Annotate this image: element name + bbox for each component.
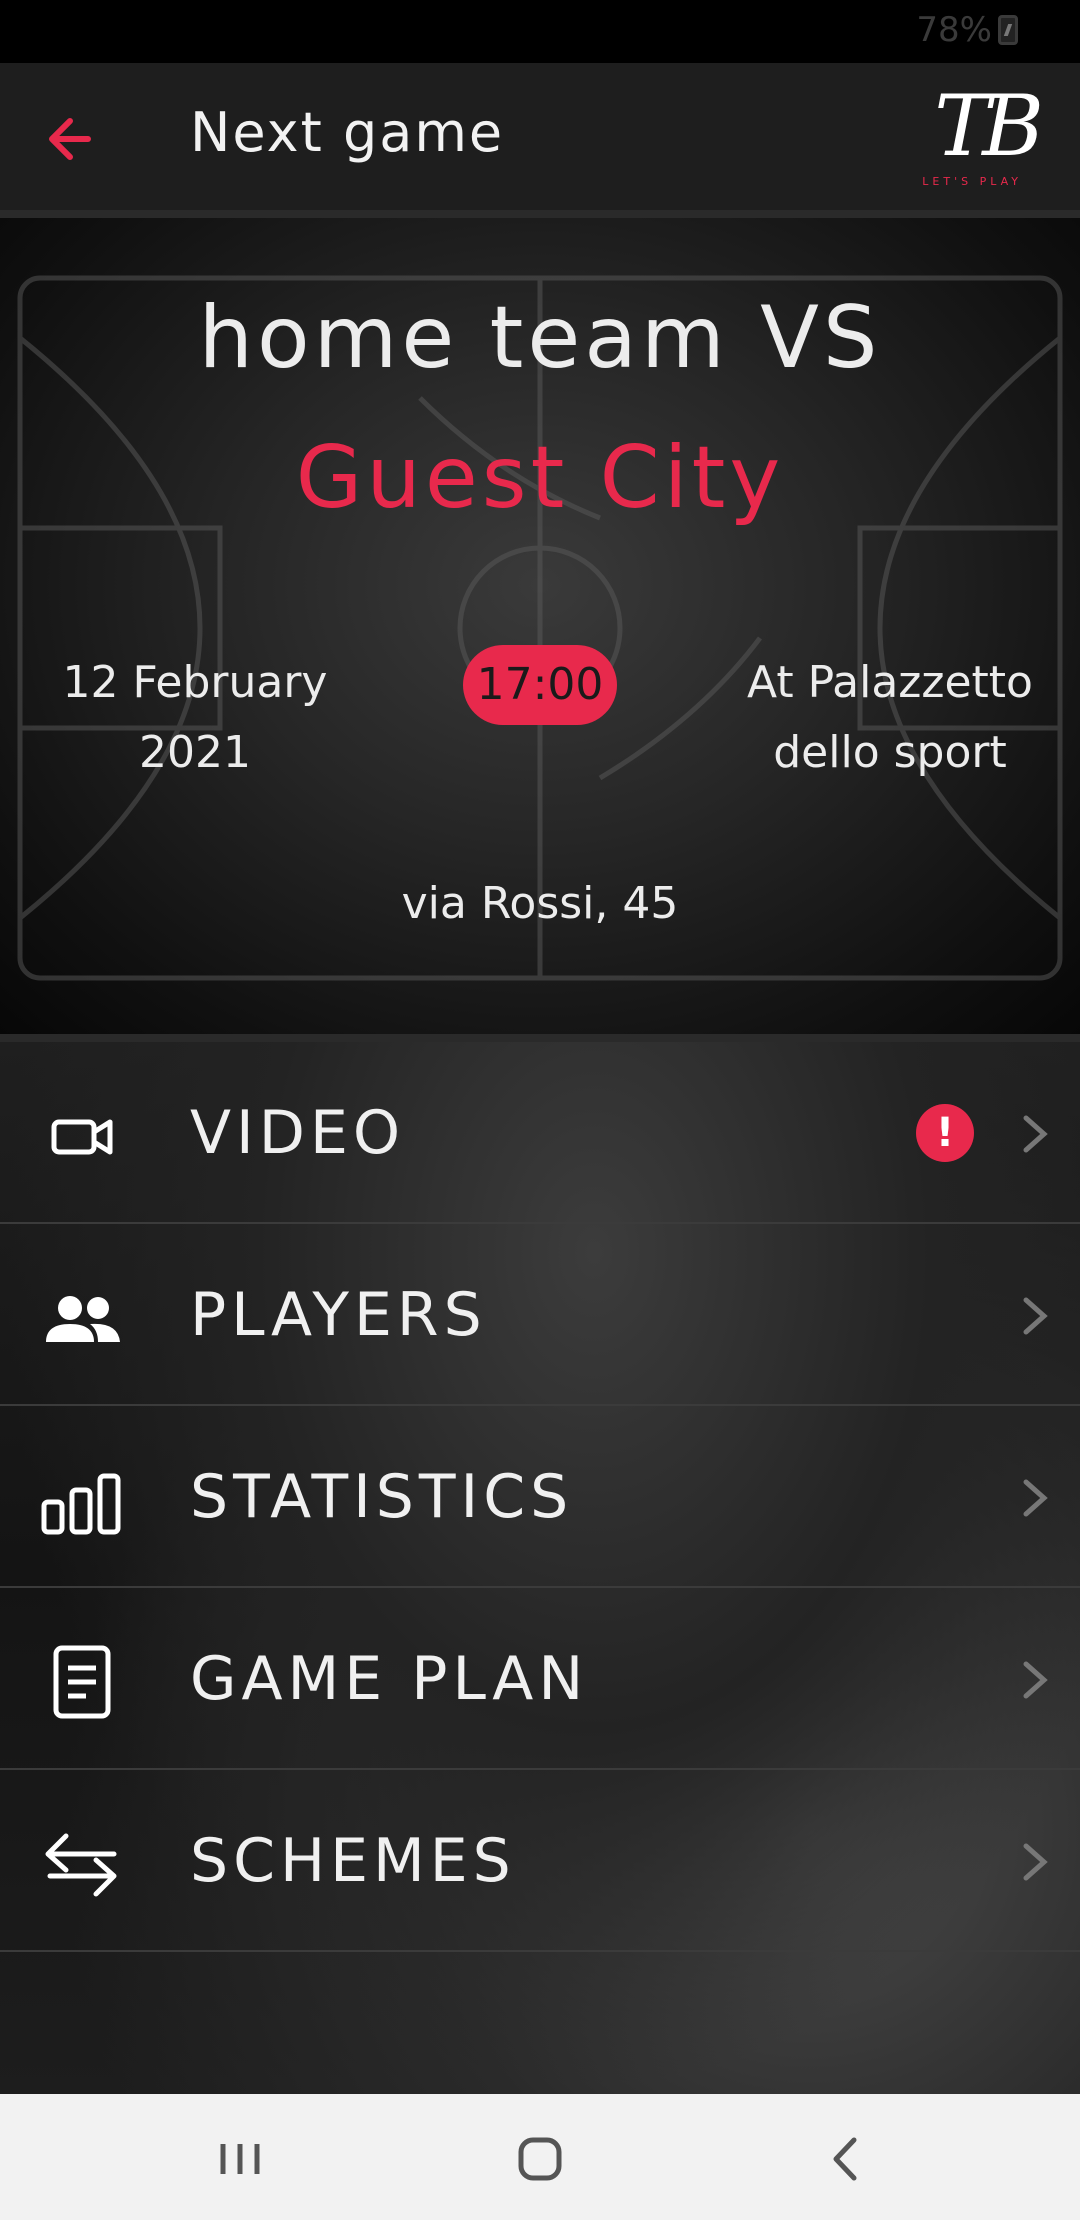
app-bar: Next game TB LET'S PLAY [0,63,1080,210]
game-venue-line2: dello sport [773,727,1007,778]
menu-item-label: SCHEMES [190,1826,516,1896]
menu-item-label: VIDEO [190,1098,406,1168]
system-back-button[interactable] [810,2124,880,2194]
menu-item-game-plan[interactable]: GAME PLAN [0,1588,1080,1770]
game-time-badge: 17:00 [463,645,617,725]
battery-percentage: 78% [916,10,992,50]
chevron-right-icon [1023,1843,1048,1881]
bar-chart-icon [41,1473,121,1535]
game-venue: At Palazzetto dello sport [720,648,1060,788]
menu-item-players[interactable]: PLAYERS [0,1224,1080,1406]
battery-indicator: 78% [916,10,1018,50]
chevron-right-icon [1023,1297,1048,1335]
document-icon [53,1645,111,1719]
home-button[interactable] [505,2124,575,2194]
game-date-day: 12 February [62,657,328,708]
people-icon [46,1296,120,1342]
page-title: Next game [190,101,505,164]
menu-item-video[interactable]: VIDEO ! [0,1042,1080,1224]
chevron-right-icon [1023,1661,1048,1699]
game-date: 12 February 2021 [40,648,350,788]
chevron-right-icon [1023,1479,1048,1517]
menu-item-schemes[interactable]: SCHEMES [0,1770,1080,1952]
guest-team-title: Guest City [295,428,785,528]
status-bar: 78% [0,0,1080,63]
recent-apps-icon [220,2144,260,2174]
swap-arrows-icon [45,1833,117,1897]
home-team-title: home team VS [198,288,882,388]
back-button[interactable] [38,103,110,175]
menu-item-label: PLAYERS [190,1280,487,1350]
menu-item-statistics[interactable]: STATISTICS [0,1406,1080,1588]
game-address: via Rossi, 45 [401,878,679,929]
menu-item-label: STATISTICS [190,1462,574,1532]
alert-icon: ! [916,1104,974,1162]
chevron-right-icon [1023,1115,1048,1153]
home-icon [518,2137,562,2181]
game-menu: VIDEO ! PLAYERS STATISTICS GAME PLAN SCH… [0,1042,1080,2094]
video-icon [51,1119,113,1155]
logo-mark: TB [934,77,1044,175]
logo-tagline: LET'S PLAY [922,175,1022,188]
arrow-left-icon [49,118,91,160]
menu-item-label: GAME PLAN [190,1644,589,1714]
system-navigation-bar [0,2094,1080,2220]
app-logo: TB LET'S PLAY [916,77,1044,193]
recent-apps-button[interactable] [205,2124,275,2194]
game-date-year: 2021 [139,727,251,778]
game-venue-line1: At Palazzetto [747,657,1033,708]
battery-icon [998,15,1018,45]
chevron-left-icon [833,2137,857,2181]
game-header: home team VS Guest City 12 February 2021… [0,210,1080,1042]
